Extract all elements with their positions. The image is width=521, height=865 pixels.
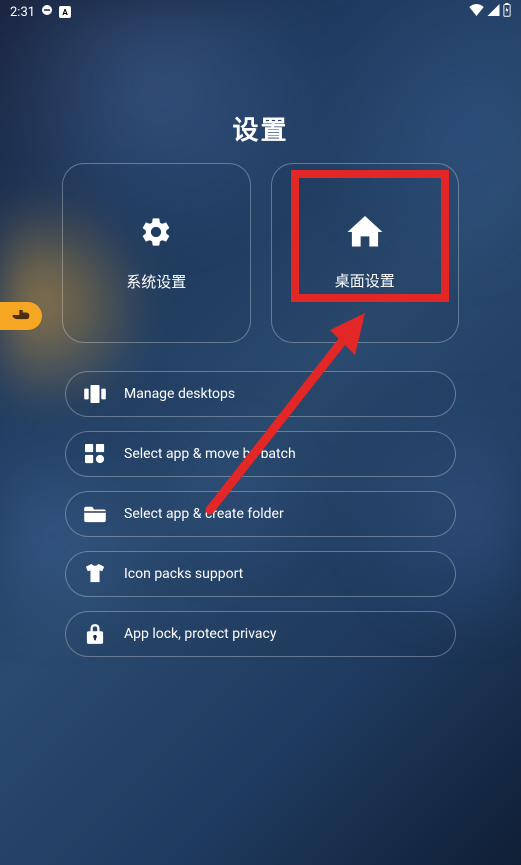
status-bar: 2:31 A xyxy=(0,0,521,24)
list-item-app-lock[interactable]: App lock, protect privacy xyxy=(65,611,456,657)
list-item-label: Select app & create folder xyxy=(124,506,284,522)
status-time: 2:31 xyxy=(10,5,35,20)
tshirt-icon xyxy=(84,563,106,585)
settings-cards-row: 系统设置 桌面设置 xyxy=(0,163,521,343)
list-item-select-create-folder[interactable]: Select app & create folder xyxy=(65,491,456,537)
lock-icon xyxy=(84,623,106,645)
list-item-icon-packs[interactable]: Icon packs support xyxy=(65,551,456,597)
folder-icon xyxy=(84,503,106,525)
status-left: 2:31 A xyxy=(10,4,71,20)
grid-icon xyxy=(84,443,106,465)
list-item-label: Select app & move by batch xyxy=(124,446,296,462)
cellular-signal-icon xyxy=(487,4,500,20)
settings-list: Manage desktops Select app & move by bat… xyxy=(0,371,521,657)
pointing-hand-icon xyxy=(11,307,31,326)
list-item-manage-desktops[interactable]: Manage desktops xyxy=(65,371,456,417)
status-right xyxy=(469,3,511,21)
list-item-label: Manage desktops xyxy=(124,386,235,402)
page-title: 设置 xyxy=(0,110,521,147)
battery-icon xyxy=(503,3,511,21)
list-item-label: Icon packs support xyxy=(124,566,243,582)
desktops-icon xyxy=(84,383,106,405)
gear-icon xyxy=(139,215,173,253)
do-not-disturb-icon xyxy=(41,4,53,20)
desktop-settings-card[interactable]: 桌面设置 xyxy=(271,163,460,343)
wifi-icon xyxy=(469,4,484,20)
system-settings-card[interactable]: 系统设置 xyxy=(62,163,251,343)
desktop-settings-label: 桌面设置 xyxy=(335,270,395,291)
list-item-select-move-batch[interactable]: Select app & move by batch xyxy=(65,431,456,477)
side-handle[interactable] xyxy=(0,302,42,330)
list-item-label: App lock, protect privacy xyxy=(124,626,276,642)
home-icon xyxy=(347,216,383,252)
keyboard-indicator-icon: A xyxy=(59,6,71,18)
system-settings-label: 系统设置 xyxy=(126,271,186,292)
